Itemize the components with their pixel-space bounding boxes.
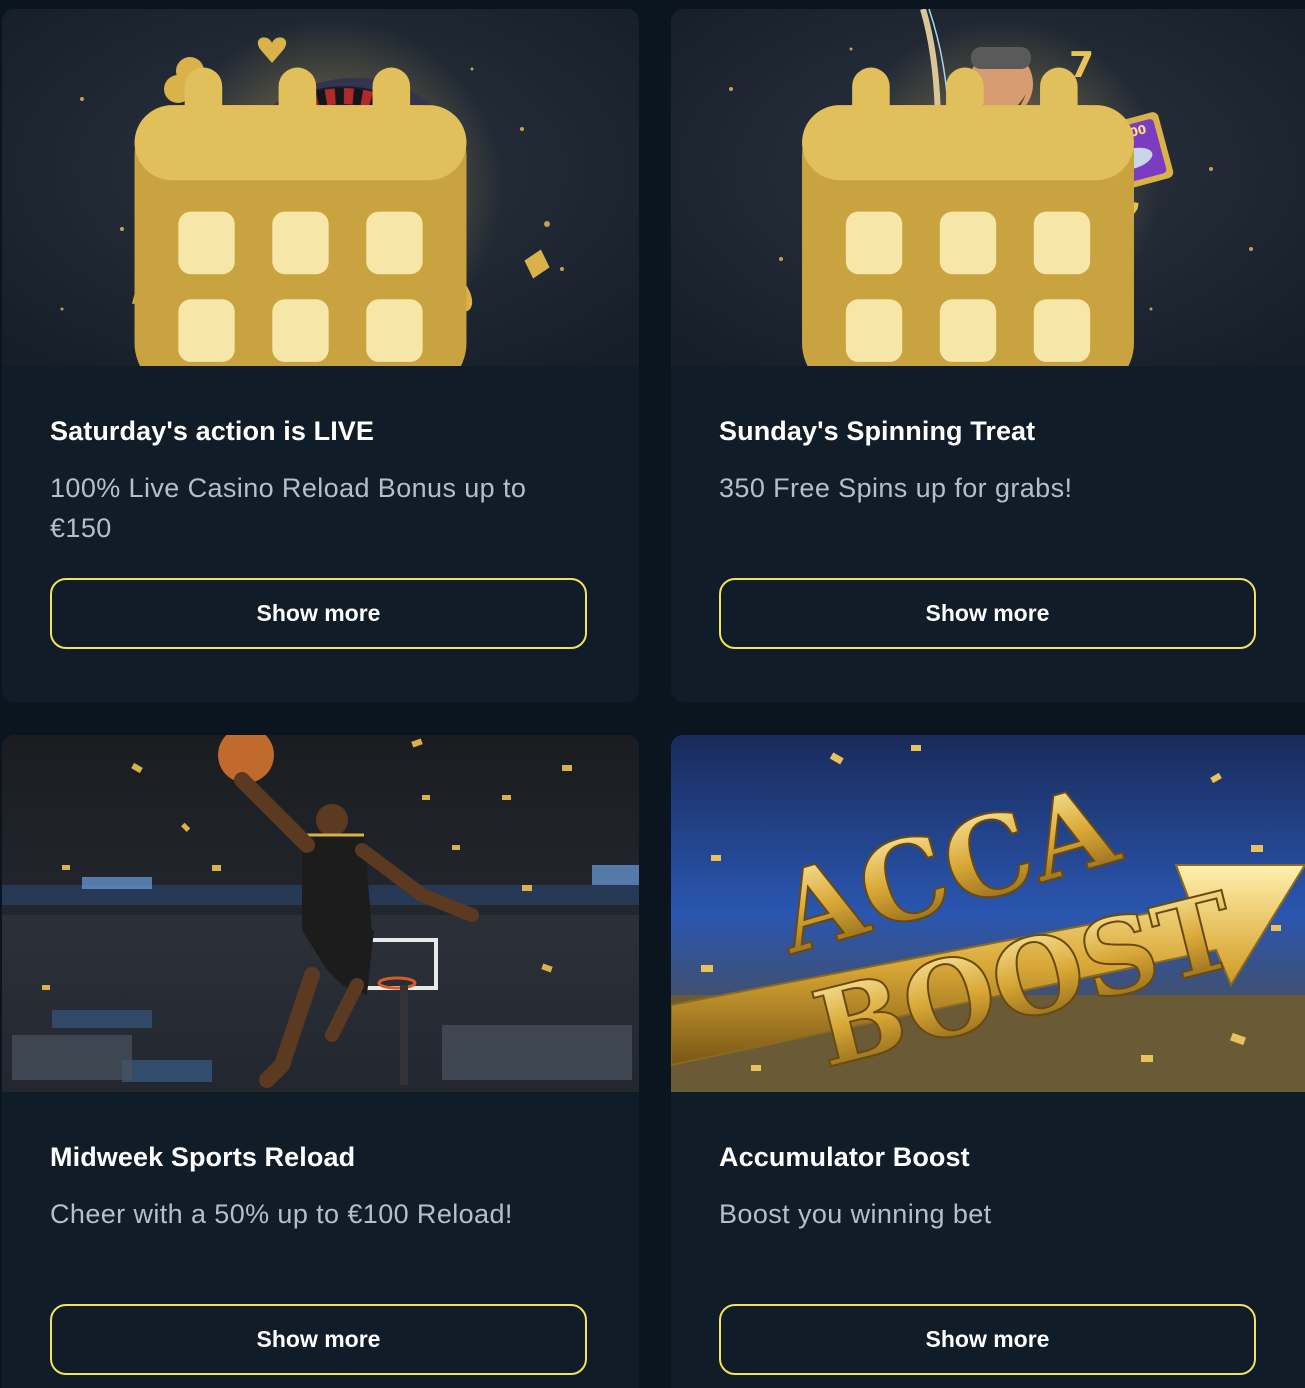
calendar-icon: [802, 67, 1134, 366]
promo-card-sunday[interactable]: 7 7 7 1000: [671, 9, 1305, 702]
calendar-icon: [134, 67, 467, 366]
acca-boost-banner: ACCA BOOST: [671, 735, 1305, 1092]
promo-title: Saturday's action is LIVE: [50, 416, 375, 446]
show-more-button[interactable]: Show more: [50, 578, 587, 649]
show-more-button[interactable]: Show more: [719, 1304, 1256, 1375]
promo-description: Cheer with a 50% up to €100 Reload!: [50, 1199, 513, 1229]
promo-card-midweek-sports[interactable]: Midweek Sports Reload Cheer with a 50% u…: [2, 735, 639, 1388]
promo-card-saturday[interactable]: Saturday's action is LIVE 100% Live Casi…: [2, 9, 639, 702]
basketball-player-banner: [2, 735, 639, 1092]
show-more-button[interactable]: Show more: [50, 1304, 587, 1375]
fisherman-slot-banner: 7 7 7 1000: [671, 9, 1305, 366]
promo-description: 100% Live Casino Reload Bonus up to €150: [50, 473, 527, 543]
promotions-grid: Saturday's action is LIVE 100% Live Casi…: [0, 0, 1305, 1388]
promo-title: Sunday's Spinning Treat: [719, 416, 1036, 446]
promo-title: Midweek Sports Reload: [50, 1142, 356, 1172]
promo-description: Boost you winning bet: [719, 1199, 992, 1229]
show-more-button[interactable]: Show more: [719, 578, 1256, 649]
promo-card-accumulator-boost[interactable]: ACCA BOOST Accumulator Boost Boost you w…: [671, 735, 1305, 1388]
roulette-wheel-banner: [2, 9, 639, 366]
promo-title: Accumulator Boost: [719, 1142, 970, 1172]
promo-description: 350 Free Spins up for grabs!: [719, 473, 1073, 503]
